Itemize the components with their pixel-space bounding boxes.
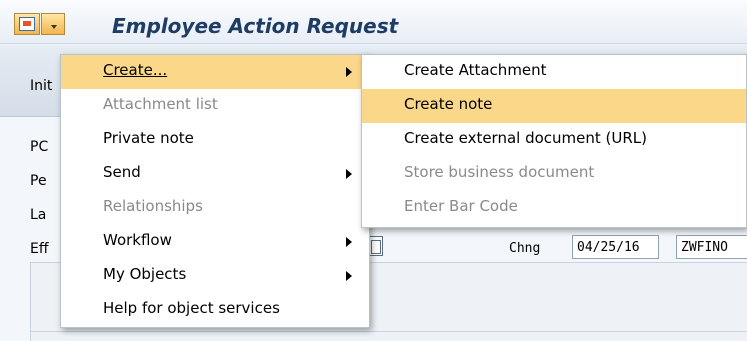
init-button[interactable]: Init: [30, 78, 52, 94]
services-for-object-button[interactable]: [41, 13, 65, 35]
services-menu: Create... Attachment list Private note S…: [60, 54, 370, 328]
menu-item-attachment-list: Attachment list: [61, 89, 369, 123]
menu-item-label: Create external document (URL): [404, 129, 648, 147]
menu-item-private-note[interactable]: Private note: [61, 123, 369, 157]
sap-gui-menu-icon[interactable]: [14, 13, 40, 35]
menu-item-label: Create...: [103, 61, 168, 79]
page-title: Employee Action Request: [112, 14, 399, 38]
chng-user-field[interactable]: ZWFINO: [676, 235, 747, 259]
field-label-pe: Pe: [30, 173, 47, 189]
menu-item-label: Send: [103, 163, 141, 181]
chng-date-field[interactable]: 04/25/16: [572, 235, 659, 259]
submenu-arrow-icon: [346, 271, 352, 281]
submenu-arrow-icon: [346, 237, 352, 247]
menu-item-workflow[interactable]: Workflow: [61, 225, 369, 259]
menu-item-enter-bar-code: Enter Bar Code: [362, 191, 746, 225]
create-submenu: Create Attachment Create note Create ext…: [361, 54, 747, 228]
menu-item-label: Attachment list: [103, 95, 218, 113]
menu-item-send[interactable]: Send: [61, 157, 369, 191]
menu-item-label: Create note: [404, 95, 493, 113]
chng-label: Chng: [509, 241, 541, 256]
menu-item-my-objects[interactable]: My Objects: [61, 259, 369, 293]
menu-item-label: Create Attachment: [404, 61, 547, 79]
menu-item-label: Relationships: [103, 197, 203, 215]
chevron-down-icon: [51, 25, 57, 29]
window-icon: [19, 17, 35, 31]
menu-item-create[interactable]: Create...: [61, 55, 369, 89]
field-label-la: La: [30, 207, 47, 223]
menu-item-label: Help for object services: [103, 299, 280, 317]
panel-divider: [31, 331, 747, 332]
menu-item-create-attachment[interactable]: Create Attachment: [362, 55, 746, 89]
title-bar: Employee Action Request: [0, 0, 747, 44]
menu-item-create-external-document[interactable]: Create external document (URL): [362, 123, 746, 157]
menu-item-label: Workflow: [103, 231, 172, 249]
menu-item-label: Store business document: [404, 163, 595, 181]
menu-item-label: My Objects: [103, 265, 187, 283]
field-label-eff: Eff: [30, 241, 49, 257]
menu-item-create-note[interactable]: Create note: [362, 89, 746, 123]
submenu-arrow-icon: [346, 169, 352, 179]
menu-item-help[interactable]: Help for object services: [61, 293, 369, 327]
menu-item-relationships: Relationships: [61, 191, 369, 225]
submenu-arrow-icon: [346, 67, 352, 77]
menu-item-label: Private note: [103, 129, 194, 147]
field-label-pc: PC: [30, 139, 49, 155]
menu-item-store-business-document: Store business document: [362, 157, 746, 191]
menu-item-label: Enter Bar Code: [404, 197, 518, 215]
